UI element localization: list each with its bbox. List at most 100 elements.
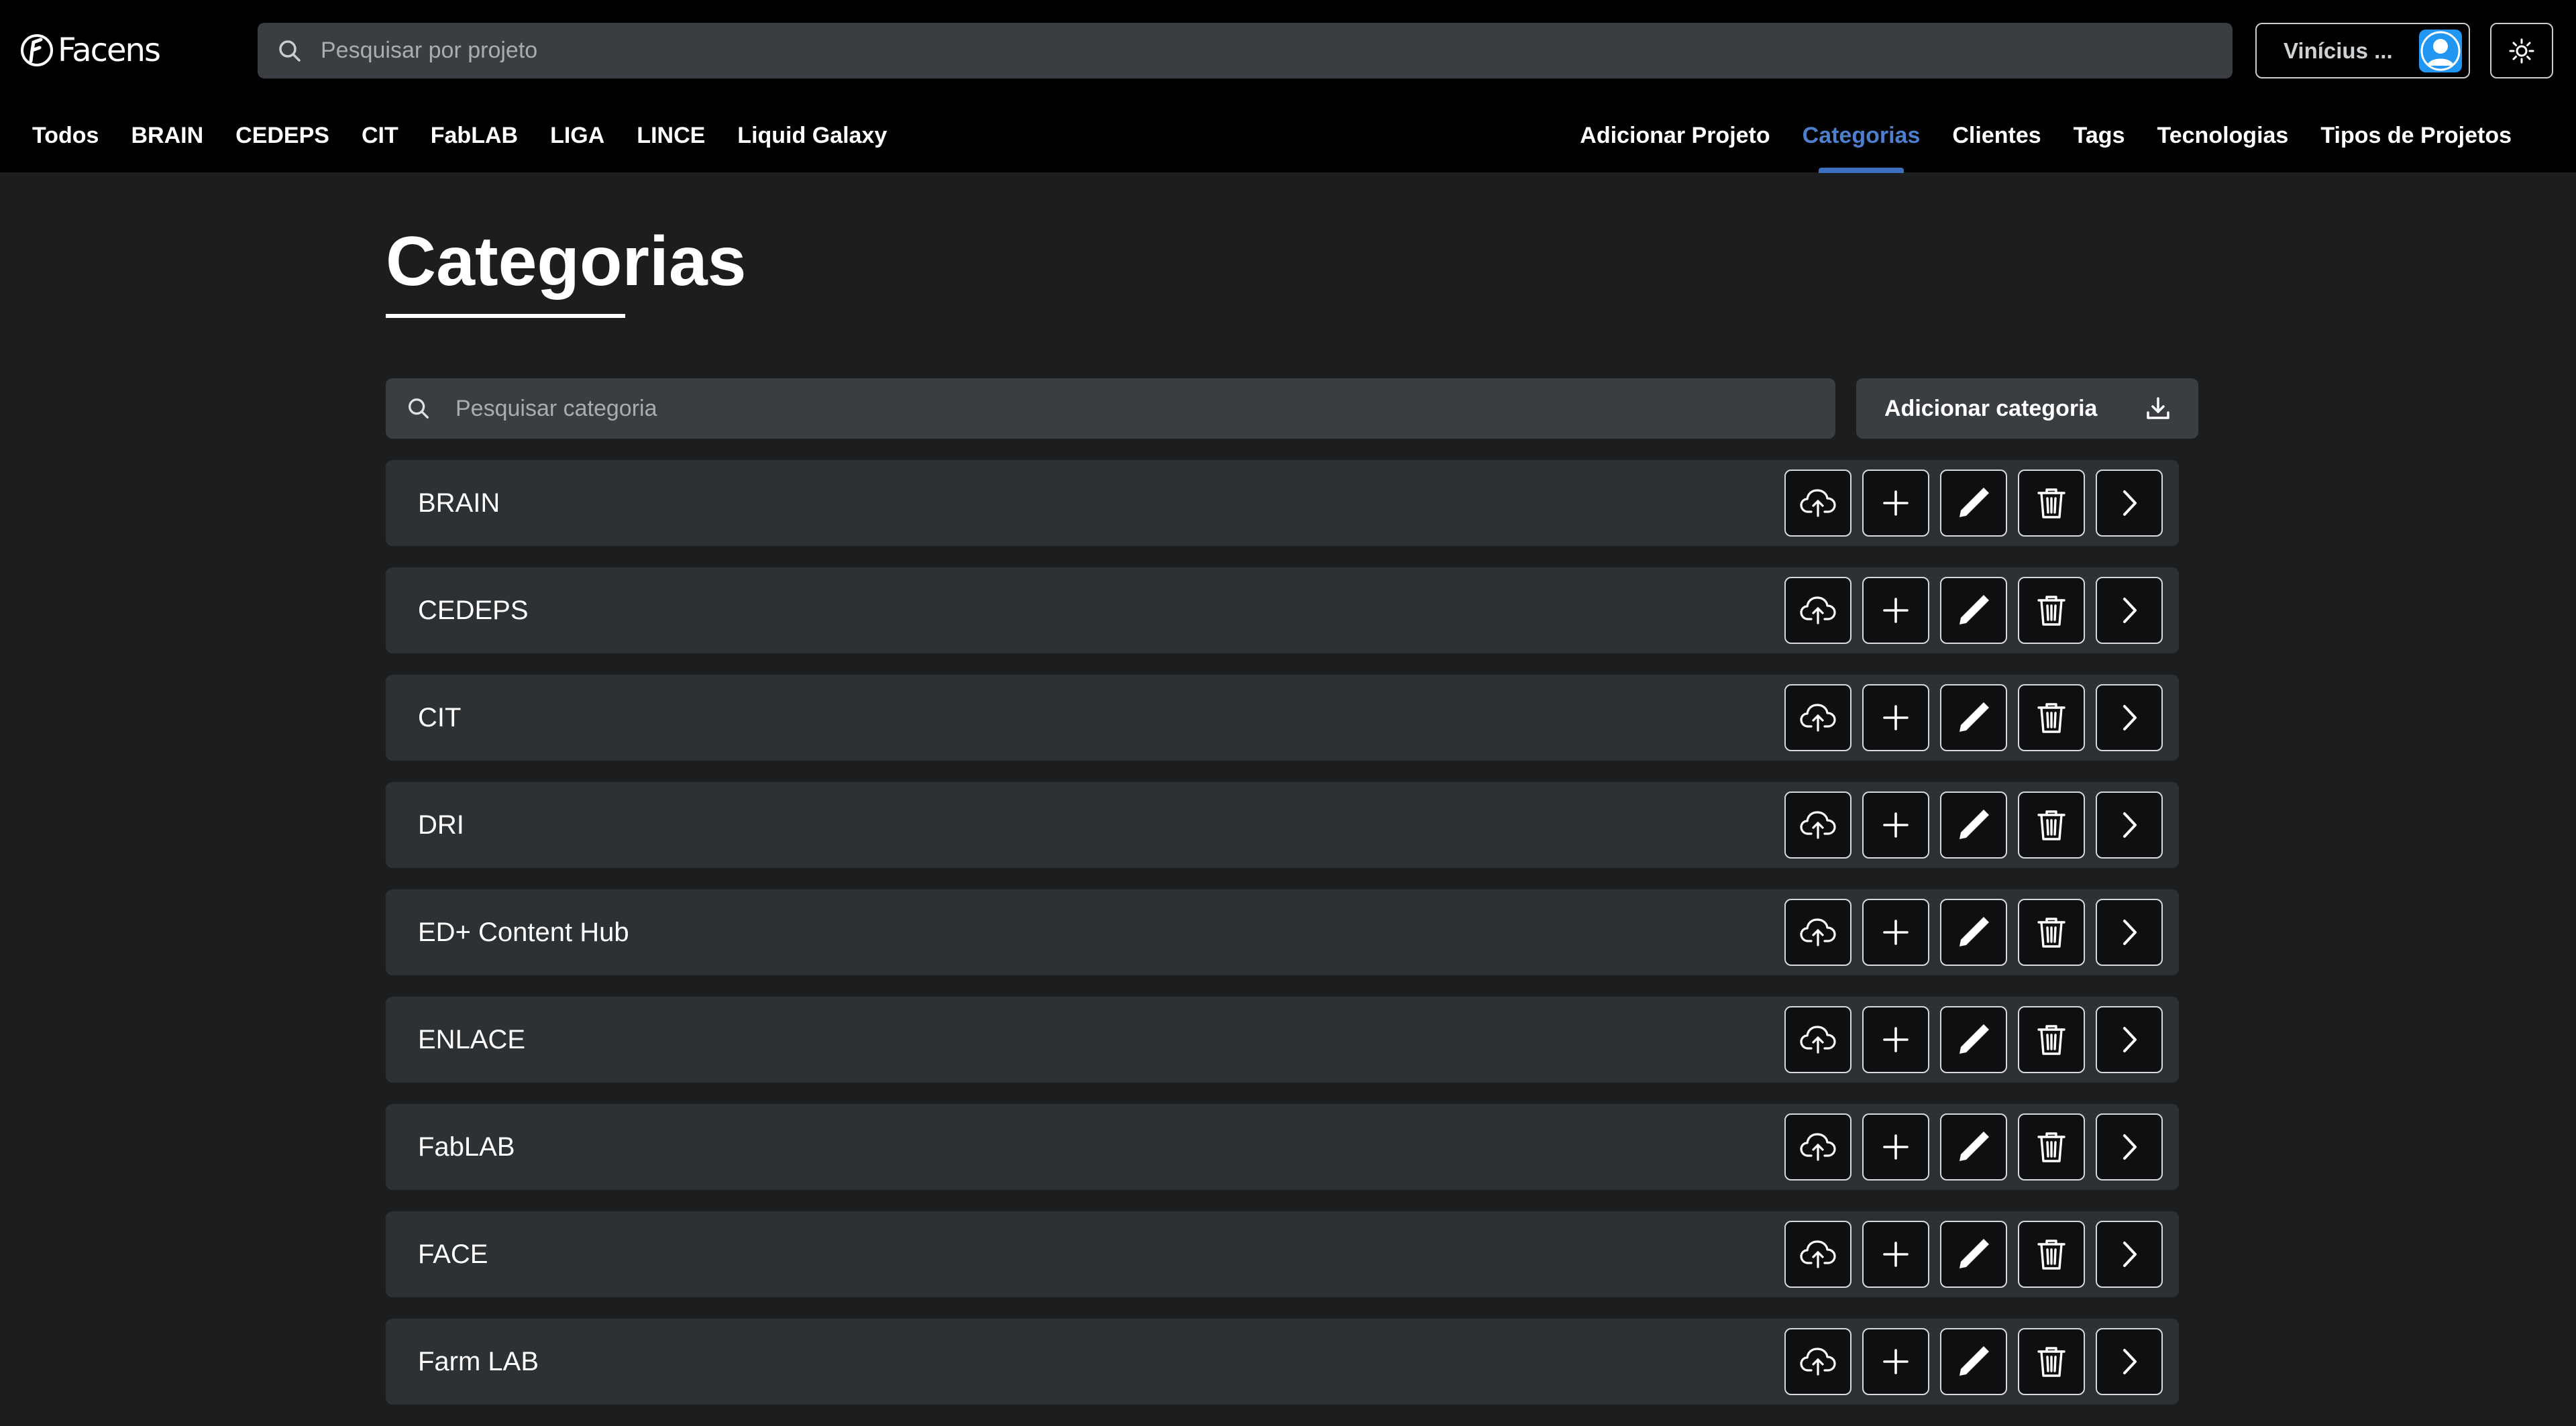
open-button[interactable]: [2096, 791, 2163, 859]
add-category-label: Adicionar categoria: [1884, 395, 2098, 421]
open-button[interactable]: [2096, 899, 2163, 966]
open-button[interactable]: [2096, 470, 2163, 537]
row-actions: [1784, 1221, 2163, 1288]
category-row: ENLACE: [386, 997, 2179, 1083]
edit-button[interactable]: [1940, 1113, 2007, 1181]
cloud-upload-icon: [1800, 489, 1836, 517]
add-subitem-button[interactable]: [1862, 791, 1929, 859]
row-actions: [1784, 577, 2163, 644]
project-search-bar[interactable]: [258, 23, 2233, 78]
trash-icon: [2037, 1240, 2065, 1270]
cloud-upload-icon: [1800, 596, 1836, 624]
nav-item-cedeps[interactable]: CEDEPS: [235, 115, 329, 156]
nav-item-tags[interactable]: Tags: [2074, 115, 2125, 156]
delete-button[interactable]: [2018, 899, 2085, 966]
category-search-input[interactable]: [455, 395, 1835, 422]
plus-icon: [1883, 812, 1909, 838]
edit-button[interactable]: [1940, 1328, 2007, 1395]
category-nav: Todos BRAIN CEDEPS CIT FabLAB LIGA LINCE…: [32, 115, 919, 156]
plus-icon: [1883, 705, 1909, 730]
pencil-icon: [1960, 1024, 1989, 1054]
nav-item-tecnologias[interactable]: Tecnologias: [2157, 115, 2288, 156]
delete-button[interactable]: [2018, 577, 2085, 644]
nav-item-categorias[interactable]: Categorias: [1803, 115, 1920, 173]
upload-button[interactable]: [1784, 899, 1851, 966]
cloud-upload-icon: [1800, 704, 1836, 732]
pencil-icon: [1960, 810, 1989, 839]
delete-button[interactable]: [2018, 1006, 2085, 1073]
open-button[interactable]: [2096, 1113, 2163, 1181]
category-name: ED+ Content Hub: [418, 917, 629, 947]
facens-logo-icon: [21, 34, 53, 66]
avatar: [2419, 29, 2462, 72]
category-search-bar[interactable]: [386, 378, 1835, 439]
delete-button[interactable]: [2018, 1221, 2085, 1288]
open-button[interactable]: [2096, 684, 2163, 751]
delete-button[interactable]: [2018, 470, 2085, 537]
nav-item-todos[interactable]: Todos: [32, 115, 99, 156]
add-subitem-button[interactable]: [1862, 470, 1929, 537]
upload-button[interactable]: [1784, 684, 1851, 751]
chevron-right-icon: [2123, 812, 2137, 838]
admin-nav: Adicionar Projeto Categorias Clientes Ta…: [1548, 115, 2512, 173]
edit-button[interactable]: [1940, 899, 2007, 966]
add-category-button[interactable]: Adicionar categoria: [1856, 378, 2198, 439]
edit-button[interactable]: [1940, 1221, 2007, 1288]
plus-icon: [1883, 598, 1909, 623]
category-row: Farm LAB: [386, 1319, 2179, 1405]
nav-item-brain[interactable]: BRAIN: [131, 115, 203, 156]
edit-button[interactable]: [1940, 470, 2007, 537]
nav-item-clientes[interactable]: Clientes: [1952, 115, 2041, 156]
nav-item-adicionar-projeto[interactable]: Adicionar Projeto: [1580, 115, 1770, 156]
project-search-input[interactable]: [321, 38, 2233, 64]
trash-icon: [2037, 1025, 2065, 1055]
open-button[interactable]: [2096, 1328, 2163, 1395]
edit-button[interactable]: [1940, 684, 2007, 751]
edit-button[interactable]: [1940, 791, 2007, 859]
upload-button[interactable]: [1784, 791, 1851, 859]
nav-item-liga[interactable]: LIGA: [550, 115, 604, 156]
open-button[interactable]: [2096, 577, 2163, 644]
add-subitem-button[interactable]: [1862, 684, 1929, 751]
user-menu-button[interactable]: Vinícius ...: [2255, 23, 2470, 78]
edit-button[interactable]: [1940, 1006, 2007, 1073]
trash-icon: [2037, 703, 2065, 733]
delete-button[interactable]: [2018, 791, 2085, 859]
nav-item-liquid-galaxy[interactable]: Liquid Galaxy: [737, 115, 887, 156]
delete-button[interactable]: [2018, 1328, 2085, 1395]
nav-item-tipos-de-projetos[interactable]: Tipos de Projetos: [2320, 115, 2512, 156]
row-actions: [1784, 470, 2163, 537]
upload-button[interactable]: [1784, 470, 1851, 537]
chevron-right-icon: [2123, 705, 2137, 730]
add-subitem-button[interactable]: [1862, 1221, 1929, 1288]
cloud-upload-icon: [1800, 1348, 1836, 1376]
nav-item-lince[interactable]: LINCE: [637, 115, 705, 156]
upload-button[interactable]: [1784, 577, 1851, 644]
download-icon: [2147, 397, 2169, 419]
nav-item-fablab[interactable]: FabLAB: [431, 115, 518, 156]
open-button[interactable]: [2096, 1221, 2163, 1288]
add-subitem-button[interactable]: [1862, 1113, 1929, 1181]
add-subitem-button[interactable]: [1862, 1006, 1929, 1073]
category-row: FACE: [386, 1211, 2179, 1297]
add-subitem-button[interactable]: [1862, 577, 1929, 644]
add-subitem-button[interactable]: [1862, 1328, 1929, 1395]
open-button[interactable]: [2096, 1006, 2163, 1073]
search-icon: [279, 40, 301, 62]
upload-button[interactable]: [1784, 1113, 1851, 1181]
pencil-icon: [1960, 488, 1989, 517]
category-list: BRAIN CEDEPS CIT DRI ED+ Content Hub ENL…: [386, 460, 2179, 1426]
upload-button[interactable]: [1784, 1328, 1851, 1395]
category-name: DRI: [418, 810, 464, 840]
facens-logo[interactable]: Facens: [20, 30, 161, 71]
theme-toggle-button[interactable]: [2490, 23, 2553, 78]
add-subitem-button[interactable]: [1862, 899, 1929, 966]
delete-button[interactable]: [2018, 684, 2085, 751]
delete-button[interactable]: [2018, 1113, 2085, 1181]
category-name: FabLAB: [418, 1132, 515, 1162]
nav-item-cit[interactable]: CIT: [362, 115, 398, 156]
upload-button[interactable]: [1784, 1006, 1851, 1073]
upload-button[interactable]: [1784, 1221, 1851, 1288]
category-name: Farm LAB: [418, 1346, 539, 1376]
edit-button[interactable]: [1940, 577, 2007, 644]
